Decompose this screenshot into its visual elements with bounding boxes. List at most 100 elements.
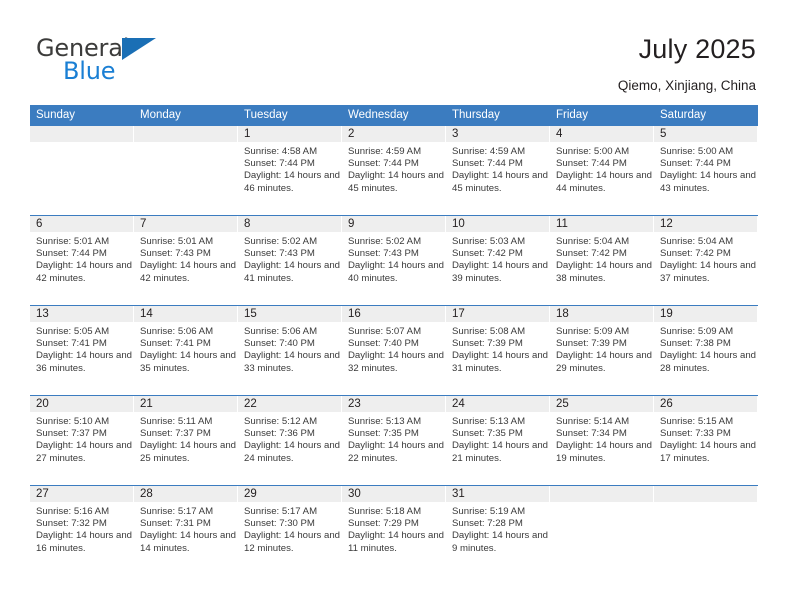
- daylight-text: Daylight: 14 hours and 46 minutes.: [244, 170, 340, 194]
- calendar-day-cell[interactable]: 20 Sunrise: 5:10 AM Sunset: 7:37 PM Dayligh…: [30, 396, 134, 485]
- daylight-text: Daylight: 14 hours and 12 minutes.: [244, 530, 340, 554]
- daylight-text: Daylight: 14 hours and 25 minutes.: [140, 440, 236, 464]
- day-number: 5: [660, 128, 667, 140]
- day-number: 28: [140, 488, 153, 500]
- day-number: 15: [244, 308, 257, 320]
- calendar-day-cell-empty: [550, 486, 654, 575]
- daylight-text: Daylight: 14 hours and 41 minutes.: [244, 260, 340, 284]
- day-sun-info: Sunrise: 5:00 AM Sunset: 7:44 PM Daylight:…: [660, 146, 758, 195]
- day-sun-info: Sunrise: 5:13 AM Sunset: 7:35 PM Daylight:…: [348, 416, 446, 465]
- sunset-text: Sunset: 7:37 PM: [36, 428, 107, 440]
- day-number: 9: [348, 218, 355, 230]
- calendar-day-cell-empty: [134, 126, 238, 215]
- daylight-text: Daylight: 14 hours and 14 minutes.: [140, 530, 236, 554]
- sunset-text: Sunset: 7:39 PM: [556, 338, 627, 350]
- day-number-band: [550, 126, 653, 142]
- sunset-text: Sunset: 7:40 PM: [348, 338, 419, 350]
- day-sun-info: Sunrise: 5:02 AM Sunset: 7:43 PM Daylight:…: [244, 236, 342, 285]
- calendar-day-cell[interactable]: 11 Sunrise: 5:04 AM Sunset: 7:42 PM Dayligh…: [550, 216, 654, 305]
- sunset-text: Sunset: 7:34 PM: [556, 428, 627, 440]
- calendar-day-cell[interactable]: 25 Sunrise: 5:14 AM Sunset: 7:34 PM Dayligh…: [550, 396, 654, 485]
- sunrise-text: Sunrise: 5:00 AM: [556, 146, 630, 157]
- sunset-text: Sunset: 7:44 PM: [36, 248, 107, 260]
- calendar-week-row: 1 Sunrise: 4:58 AM Sunset: 7:44 PM Daylight…: [30, 126, 758, 215]
- sunset-text: Sunset: 7:35 PM: [348, 428, 419, 440]
- calendar-day-cell[interactable]: 31 Sunrise: 5:19 AM Sunset: 7:28 PM Dayligh…: [446, 486, 550, 575]
- sunset-text: Sunset: 7:44 PM: [348, 158, 419, 170]
- calendar-day-cell[interactable]: 1 Sunrise: 4:58 AM Sunset: 7:44 PM Daylight…: [238, 126, 342, 215]
- sunrise-text: Sunrise: 5:07 AM: [348, 326, 422, 337]
- calendar-day-cell[interactable]: 29 Sunrise: 5:17 AM Sunset: 7:30 PM Dayligh…: [238, 486, 342, 575]
- calendar-day-cell[interactable]: 10 Sunrise: 5:03 AM Sunset: 7:42 PM Dayligh…: [446, 216, 550, 305]
- sunrise-text: Sunrise: 4:59 AM: [452, 146, 526, 157]
- calendar-day-cell[interactable]: 4 Sunrise: 5:00 AM Sunset: 7:44 PM Daylight…: [550, 126, 654, 215]
- calendar-day-cell[interactable]: 8 Sunrise: 5:02 AM Sunset: 7:43 PM Daylight…: [238, 216, 342, 305]
- calendar-day-cell[interactable]: 6 Sunrise: 5:01 AM Sunset: 7:44 PM Daylight…: [30, 216, 134, 305]
- calendar-day-cell[interactable]: 16 Sunrise: 5:07 AM Sunset: 7:40 PM Dayligh…: [342, 306, 446, 395]
- calendar-day-cell[interactable]: 21 Sunrise: 5:11 AM Sunset: 7:37 PM Dayligh…: [134, 396, 238, 485]
- sunrise-text: Sunrise: 5:06 AM: [140, 326, 214, 337]
- sunrise-text: Sunrise: 4:59 AM: [348, 146, 422, 157]
- calendar-day-cell[interactable]: 14 Sunrise: 5:06 AM Sunset: 7:41 PM Dayligh…: [134, 306, 238, 395]
- calendar-week-cells: 1 Sunrise: 4:58 AM Sunset: 7:44 PM Daylight…: [30, 126, 758, 215]
- sunrise-text: Sunrise: 5:04 AM: [660, 236, 734, 247]
- weekday-header-thursday: Thursday: [452, 109, 500, 121]
- sunset-text: Sunset: 7:43 PM: [244, 248, 315, 260]
- sunset-text: Sunset: 7:44 PM: [660, 158, 731, 170]
- calendar-day-cell[interactable]: 17 Sunrise: 5:08 AM Sunset: 7:39 PM Dayligh…: [446, 306, 550, 395]
- daylight-text: Daylight: 14 hours and 44 minutes.: [556, 170, 652, 194]
- daylight-text: Daylight: 14 hours and 42 minutes.: [140, 260, 236, 284]
- day-number: 17: [452, 308, 465, 320]
- day-sun-info: Sunrise: 5:14 AM Sunset: 7:34 PM Daylight:…: [556, 416, 654, 465]
- calendar-day-cell[interactable]: 13 Sunrise: 5:05 AM Sunset: 7:41 PM Dayligh…: [30, 306, 134, 395]
- calendar-day-cell[interactable]: 23 Sunrise: 5:13 AM Sunset: 7:35 PM Dayligh…: [342, 396, 446, 485]
- daylight-text: Daylight: 14 hours and 31 minutes.: [452, 350, 548, 374]
- weekday-header-row: Sunday Monday Tuesday Wednesday Thursday…: [30, 105, 758, 126]
- calendar-day-cell[interactable]: 26 Sunrise: 5:15 AM Sunset: 7:33 PM Dayligh…: [654, 396, 758, 485]
- calendar-day-cell[interactable]: 24 Sunrise: 5:13 AM Sunset: 7:35 PM Dayligh…: [446, 396, 550, 485]
- general-blue-logo[interactable]: General Blue: [36, 34, 226, 90]
- day-sun-info: Sunrise: 5:17 AM Sunset: 7:31 PM Daylight:…: [140, 506, 238, 555]
- calendar-day-cell[interactable]: 7 Sunrise: 5:01 AM Sunset: 7:43 PM Daylight…: [134, 216, 238, 305]
- sunrise-text: Sunrise: 5:13 AM: [452, 416, 526, 427]
- calendar-week-cells: 20 Sunrise: 5:10 AM Sunset: 7:37 PM Dayligh…: [30, 396, 758, 485]
- day-sun-info: Sunrise: 5:06 AM Sunset: 7:41 PM Daylight:…: [140, 326, 238, 375]
- calendar-day-cell[interactable]: 9 Sunrise: 5:02 AM Sunset: 7:43 PM Daylight…: [342, 216, 446, 305]
- day-number: 18: [556, 308, 569, 320]
- calendar-day-cell[interactable]: 3 Sunrise: 4:59 AM Sunset: 7:44 PM Daylight…: [446, 126, 550, 215]
- day-number: 11: [556, 218, 568, 230]
- day-number: 10: [452, 218, 465, 230]
- day-number: 27: [36, 488, 49, 500]
- daylight-text: Daylight: 14 hours and 17 minutes.: [660, 440, 756, 464]
- day-number: 3: [452, 128, 459, 140]
- day-number: 29: [244, 488, 257, 500]
- calendar-day-cell[interactable]: 5 Sunrise: 5:00 AM Sunset: 7:44 PM Daylight…: [654, 126, 758, 215]
- calendar-day-cell[interactable]: 18 Sunrise: 5:09 AM Sunset: 7:39 PM Dayligh…: [550, 306, 654, 395]
- sunset-text: Sunset: 7:36 PM: [244, 428, 315, 440]
- day-sun-info: Sunrise: 5:07 AM Sunset: 7:40 PM Daylight:…: [348, 326, 446, 375]
- calendar-day-cell-empty: [654, 486, 758, 575]
- calendar-day-cell[interactable]: 22 Sunrise: 5:12 AM Sunset: 7:36 PM Dayligh…: [238, 396, 342, 485]
- sunrise-text: Sunrise: 5:09 AM: [556, 326, 630, 337]
- calendar-day-cell[interactable]: 19 Sunrise: 5:09 AM Sunset: 7:38 PM Dayligh…: [654, 306, 758, 395]
- day-sun-info: Sunrise: 5:02 AM Sunset: 7:43 PM Daylight:…: [348, 236, 446, 285]
- calendar-day-cell[interactable]: 27 Sunrise: 5:16 AM Sunset: 7:32 PM Dayligh…: [30, 486, 134, 575]
- calendar-week-row: 20 Sunrise: 5:10 AM Sunset: 7:37 PM Dayligh…: [30, 395, 758, 485]
- calendar-grid: Sunday Monday Tuesday Wednesday Thursday…: [30, 105, 758, 575]
- daylight-text: Daylight: 14 hours and 36 minutes.: [36, 350, 132, 374]
- calendar-day-cell[interactable]: 2 Sunrise: 4:59 AM Sunset: 7:44 PM Daylight…: [342, 126, 446, 215]
- calendar-week-row: 27 Sunrise: 5:16 AM Sunset: 7:32 PM Dayligh…: [30, 485, 758, 575]
- daylight-text: Daylight: 14 hours and 27 minutes.: [36, 440, 132, 464]
- calendar-day-cell[interactable]: 30 Sunrise: 5:18 AM Sunset: 7:29 PM Dayligh…: [342, 486, 446, 575]
- weekday-header-sunday: Sunday: [36, 109, 76, 121]
- calendar-day-cell[interactable]: 15 Sunrise: 5:06 AM Sunset: 7:40 PM Dayligh…: [238, 306, 342, 395]
- day-sun-info: Sunrise: 5:17 AM Sunset: 7:30 PM Daylight:…: [244, 506, 342, 555]
- sunrise-text: Sunrise: 5:15 AM: [660, 416, 734, 427]
- day-number-band: [342, 216, 445, 232]
- calendar-week-cells: 6 Sunrise: 5:01 AM Sunset: 7:44 PM Daylight…: [30, 216, 758, 305]
- calendar-day-cell[interactable]: 12 Sunrise: 5:04 AM Sunset: 7:42 PM Dayligh…: [654, 216, 758, 305]
- day-sun-info: Sunrise: 5:04 AM Sunset: 7:42 PM Daylight:…: [556, 236, 654, 285]
- sunrise-text: Sunrise: 5:10 AM: [36, 416, 110, 427]
- day-sun-info: Sunrise: 4:59 AM Sunset: 7:44 PM Daylight:…: [348, 146, 446, 195]
- calendar-day-cell[interactable]: 28 Sunrise: 5:17 AM Sunset: 7:31 PM Dayligh…: [134, 486, 238, 575]
